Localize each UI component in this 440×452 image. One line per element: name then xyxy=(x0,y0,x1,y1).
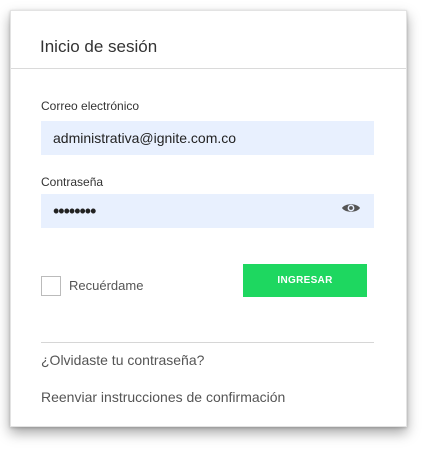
remember-label: Recuérdame xyxy=(69,278,144,293)
email-field[interactable] xyxy=(41,121,374,155)
page-title: Inicio de sesión xyxy=(40,37,158,56)
password-label: Contraseña xyxy=(41,175,104,189)
eye-icon[interactable] xyxy=(341,201,361,215)
remember-checkbox[interactable] xyxy=(41,276,61,296)
forgot-password-link[interactable]: ¿Olvidaste tu contraseña? xyxy=(41,352,204,368)
resend-confirmation-link[interactable]: Reenviar instrucciones de confirmación xyxy=(41,389,285,405)
login-button[interactable]: INGRESAR xyxy=(243,264,367,297)
card-header: Inicio de sesión xyxy=(11,11,406,69)
password-field[interactable]: •••••••• xyxy=(41,194,374,228)
divider xyxy=(41,342,374,343)
email-label: Correo electrónico xyxy=(41,99,140,113)
login-card: Inicio de sesión Correo electrónico Cont… xyxy=(10,10,407,427)
